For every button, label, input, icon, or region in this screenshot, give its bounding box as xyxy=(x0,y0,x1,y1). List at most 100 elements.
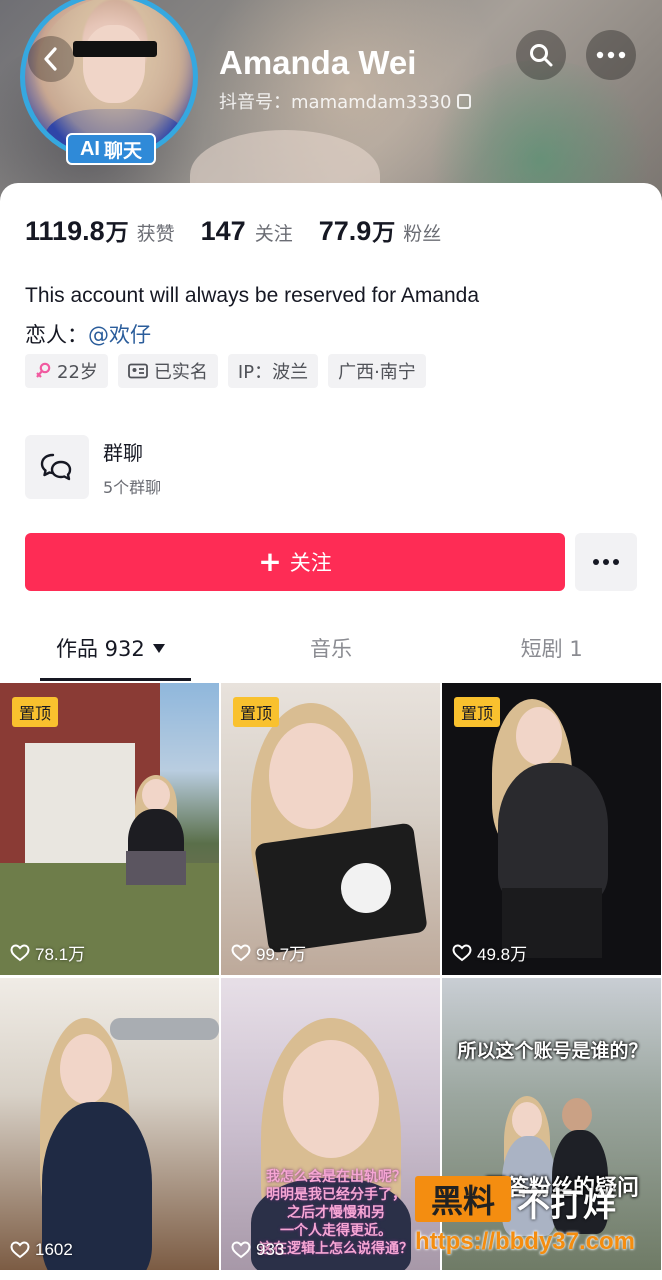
group-chat-text: 群聊 5个群聊 xyxy=(103,437,161,498)
avatar-glasses xyxy=(73,41,157,57)
female-icon xyxy=(36,362,51,378)
tag-verified: 已实名 xyxy=(117,354,218,388)
group-chat-subtitle: 5个群聊 xyxy=(103,477,162,497)
tag-text: IP：波兰 xyxy=(237,362,309,383)
follow-button-label: 关注 xyxy=(289,551,332,575)
thumb-porch xyxy=(25,743,135,863)
pinned-badge: 置顶 xyxy=(233,697,280,727)
pinned-badge: 置顶 xyxy=(454,697,501,727)
stat-number: 1119.8 xyxy=(25,216,105,246)
profile-bio: This account will always be reserved for… xyxy=(25,284,480,307)
like-count-text: 78.1万 xyxy=(35,945,86,964)
like-count-text: 933 xyxy=(256,1240,285,1259)
header-more-button[interactable] xyxy=(586,30,636,80)
tab-works[interactable]: 作品 932 xyxy=(0,615,221,681)
video-thumbnail[interactable]: 1602 xyxy=(0,978,219,1270)
tag-text: 广西·南宁 xyxy=(338,362,416,383)
like-count: 1602 xyxy=(10,1240,73,1260)
douyin-id[interactable]: 抖音号：mamamdam3330 xyxy=(219,88,472,114)
chevron-left-icon xyxy=(44,47,57,71)
thumb-body xyxy=(498,763,608,903)
tag-text: 22岁 xyxy=(57,362,98,383)
search-icon xyxy=(530,44,553,67)
tag-age: 22岁 xyxy=(25,354,108,388)
tab-music[interactable]: 音乐 xyxy=(221,615,442,681)
watermark-box: 黑料 xyxy=(415,1176,511,1222)
stat-unit: 万 xyxy=(372,220,396,246)
heart-outline-icon xyxy=(231,943,251,961)
plus-icon: + xyxy=(258,545,282,578)
content-tabs: 作品 932 音乐 短剧 1 xyxy=(0,615,662,681)
thumb-head xyxy=(60,1034,112,1104)
more-options-button[interactable] xyxy=(575,533,637,591)
stat-followers[interactable]: 77.9 万 粉丝 xyxy=(319,213,442,247)
video-thumbnail[interactable]: 置顶 49.8万 xyxy=(442,683,661,975)
heart-outline-icon xyxy=(452,943,472,961)
like-count: 49.8万 xyxy=(452,940,527,965)
profile-stats: 1119.8 万 获赞 147 关注 77.9 万 粉丝 xyxy=(25,213,467,247)
search-button[interactable] xyxy=(516,30,566,80)
tab-label: 作品 932 xyxy=(55,637,145,661)
ai-badge-label: 聊天 xyxy=(103,139,142,162)
ai-badge-prefix: AI xyxy=(79,137,100,160)
caption-line: 一个人走得更近。 xyxy=(280,1223,392,1239)
thumb-pack-mascot xyxy=(341,863,391,913)
copy-icon[interactable] xyxy=(457,93,472,109)
more-dot xyxy=(613,559,619,565)
video-thumbnail[interactable]: 置顶 78.1万 xyxy=(0,683,219,975)
site-watermark: 黑料 不打烊 https://bbdy37.com xyxy=(415,1176,660,1260)
thumb-head xyxy=(142,779,170,811)
thumb-duct xyxy=(110,1018,219,1040)
heart-outline-icon xyxy=(10,943,30,961)
like-count-text: 49.8万 xyxy=(477,945,528,964)
tag-text: 已实名 xyxy=(153,362,208,383)
lover-label: 恋人： xyxy=(25,323,88,347)
pinned-badge: 置顶 xyxy=(12,697,59,727)
thumb-head xyxy=(562,1098,592,1132)
thumb-head xyxy=(269,723,353,829)
stat-number: 147 xyxy=(200,216,246,246)
tab-label: 音乐 xyxy=(310,637,352,661)
heart-outline-icon xyxy=(231,1241,251,1259)
caption-line: 我怎么会是在出轨呢？ xyxy=(266,1169,406,1185)
like-count-text: 1602 xyxy=(35,1240,73,1259)
thumb-skirt xyxy=(126,851,186,885)
more-dot xyxy=(593,559,599,565)
profile-card: 1119.8 万 获赞 147 关注 77.9 万 粉丝 This accoun… xyxy=(0,183,662,1280)
video-thumbnail[interactable]: 我怎么会是在出轨呢？ 明明是我已经分手了， 之后才慢慢和另 一个人走得更近。 这… xyxy=(221,978,440,1270)
stat-label: 粉丝 xyxy=(403,223,442,245)
like-count: 99.7万 xyxy=(231,940,306,965)
tab-label: 短剧 1 xyxy=(520,637,583,661)
stat-number: 77.9 xyxy=(318,216,372,246)
back-button[interactable] xyxy=(28,36,74,82)
group-chat-entry[interactable]: 群聊 5个群聊 xyxy=(25,435,161,499)
thumb-head xyxy=(516,707,562,765)
caption-line: 之后才慢慢和另 xyxy=(287,1205,385,1221)
follow-button[interactable]: + 关注 xyxy=(25,533,565,591)
heart-outline-icon xyxy=(10,1241,30,1259)
profile-tags: 22岁 已实名 IP：波兰 广西·南宁 xyxy=(25,354,426,388)
lover-mention-link[interactable]: @欢仔 xyxy=(88,323,151,347)
more-dot xyxy=(603,559,609,565)
lover-line: 恋人：@欢仔 xyxy=(25,319,151,349)
group-chat-icon-box xyxy=(25,435,89,499)
caret-down-icon xyxy=(152,643,165,653)
thumb-head xyxy=(512,1102,542,1138)
watermark-text: 不打烊 xyxy=(517,1185,616,1224)
stat-following[interactable]: 147 关注 xyxy=(201,216,293,247)
ai-chat-badge[interactable]: AI 聊天 xyxy=(66,133,156,165)
douyin-id-text: 抖音号：mamamdam3330 xyxy=(219,92,452,113)
like-count: 78.1万 xyxy=(10,940,85,965)
thumb-head xyxy=(283,1040,379,1158)
stat-label: 关注 xyxy=(254,223,293,245)
video-caption-top: 所以这个账号是谁的？ xyxy=(457,1040,648,1062)
tag-location: 广西·南宁 xyxy=(328,354,426,388)
more-horizontal-icon xyxy=(596,51,626,59)
stat-likes[interactable]: 1119.8 万 获赞 xyxy=(25,213,175,247)
avatar-face xyxy=(83,25,145,103)
video-thumbnail[interactable]: 置顶 99.7万 xyxy=(221,683,440,975)
stat-unit: 万 xyxy=(105,220,129,246)
watermark-url: https://bbdy37.com xyxy=(415,1228,636,1255)
tab-short-drama[interactable]: 短剧 1 xyxy=(441,615,662,681)
tag-ip: IP：波兰 xyxy=(227,354,319,388)
